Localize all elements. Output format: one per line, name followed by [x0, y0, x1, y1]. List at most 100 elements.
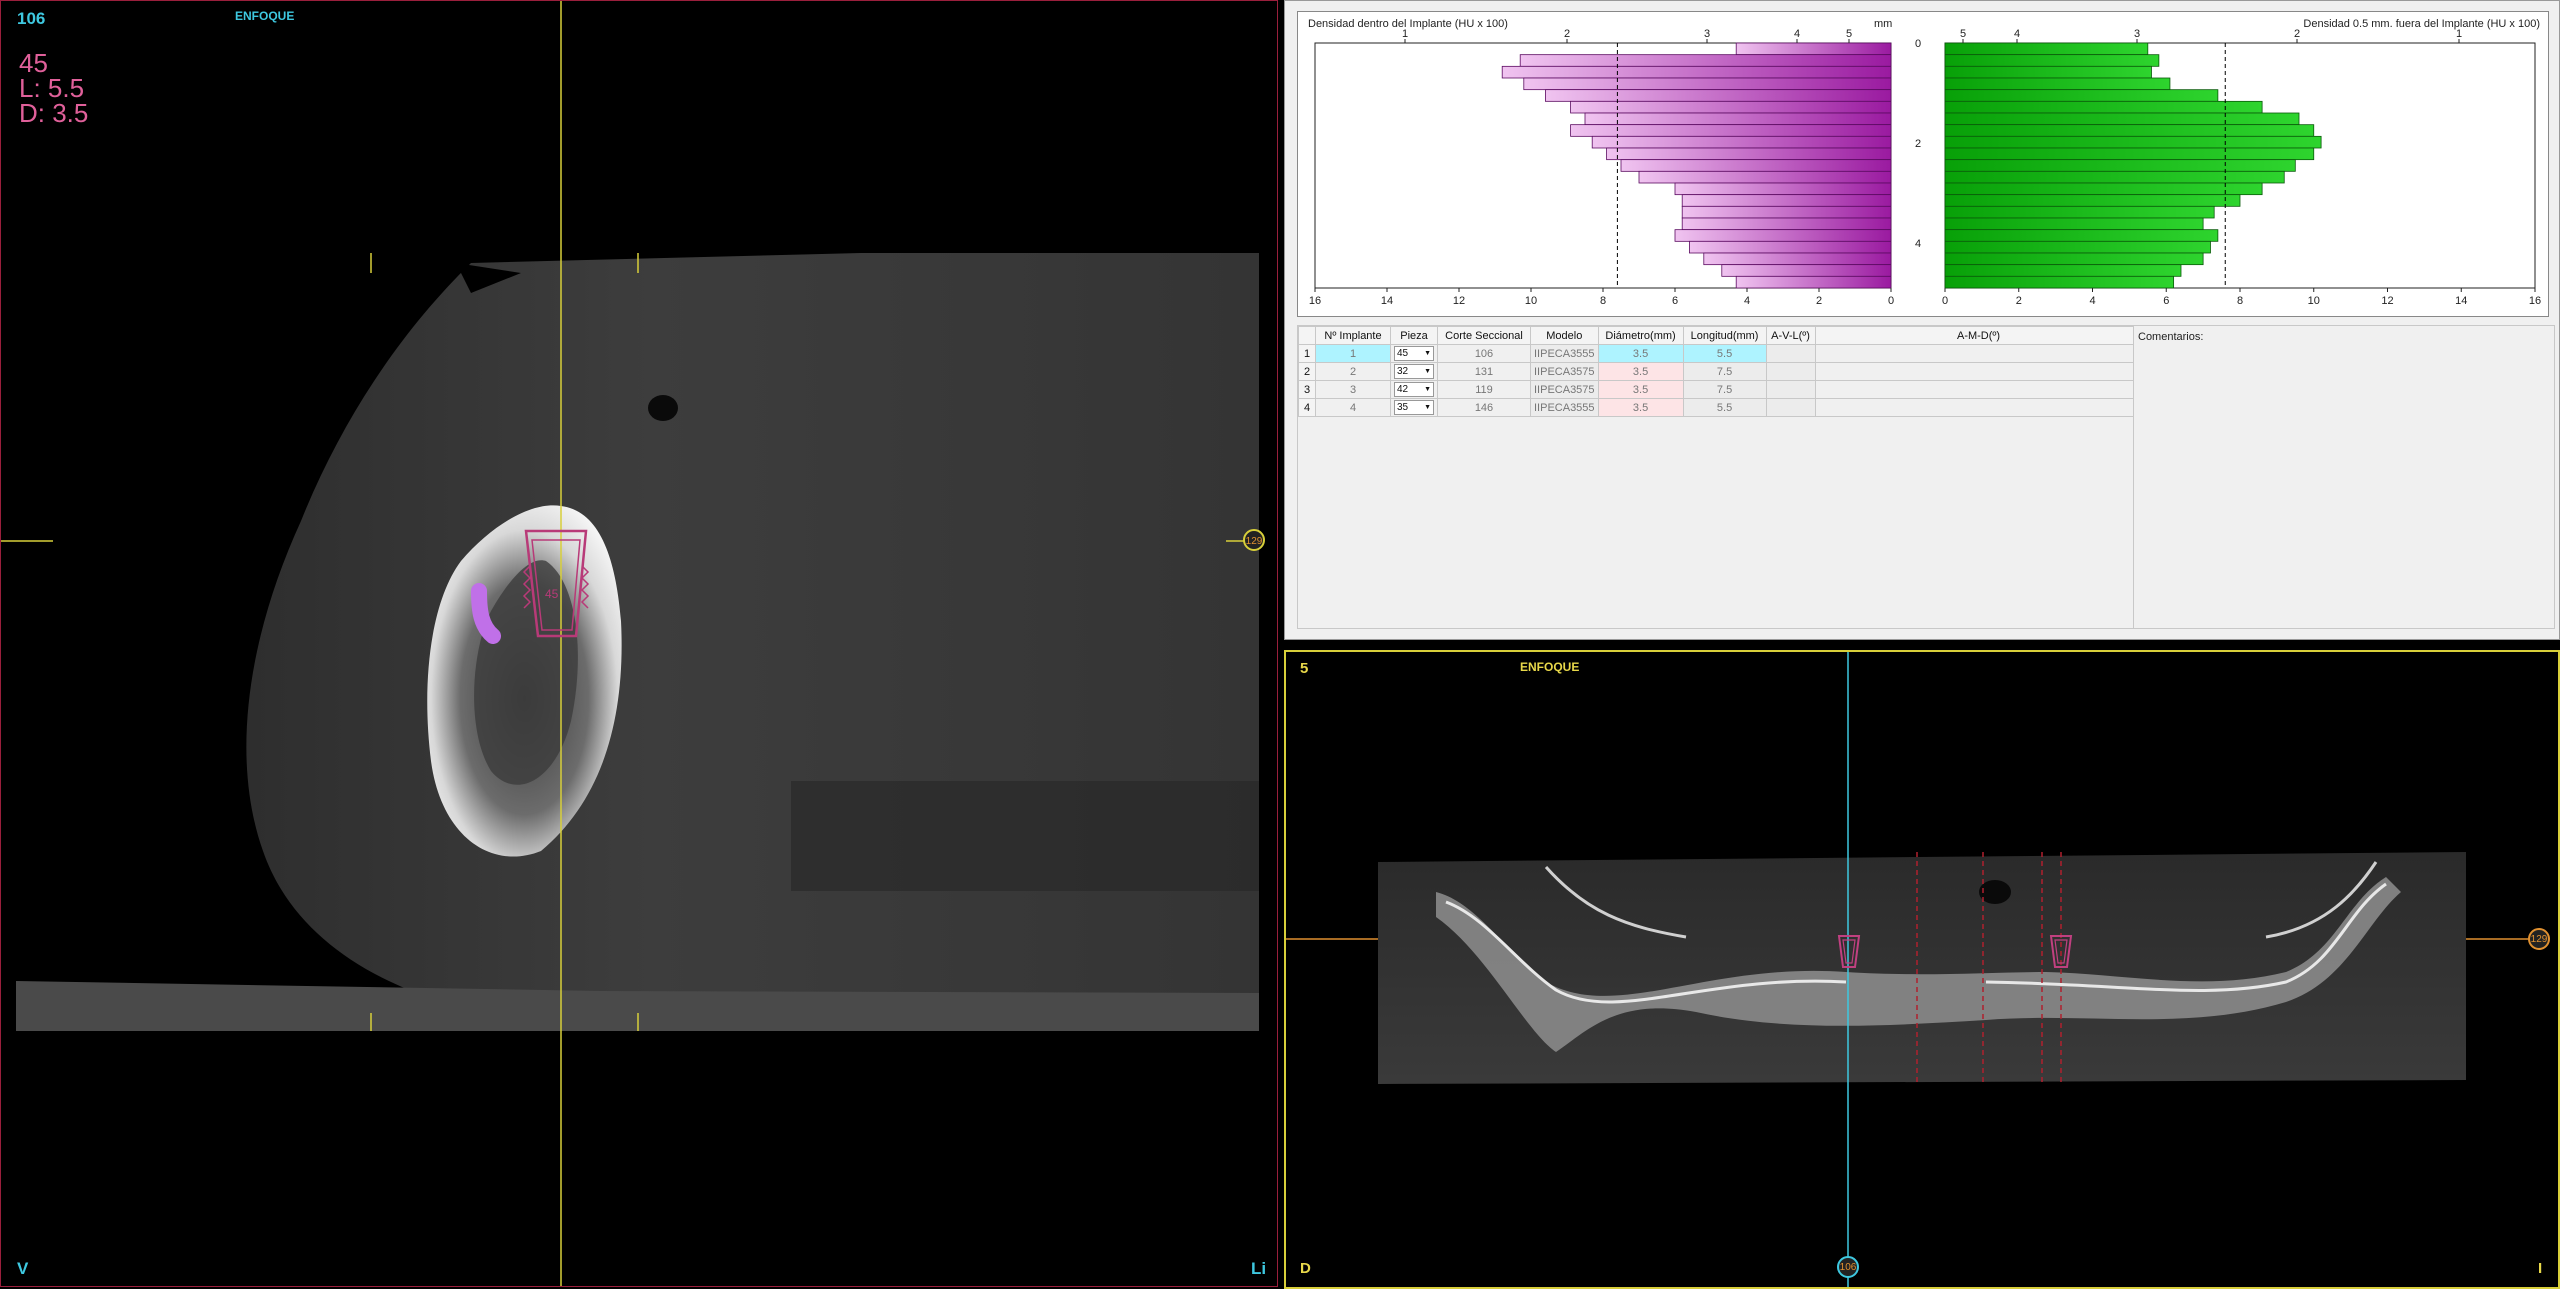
col-header[interactable]: A-M-D(º) — [1814, 326, 2143, 345]
ct-cross-section-image — [1, 1, 1260, 1286]
outside-density-bar — [1944, 170, 2285, 184]
col-header[interactable]: Longitud(mm) — [1682, 326, 1767, 345]
diametro-cell[interactable]: 3.5 — [1597, 344, 1684, 363]
slice-badge[interactable]: 106 — [1837, 1256, 1859, 1278]
row-number[interactable]: 4 — [1298, 398, 1316, 417]
table-row[interactable]: 2 2 32 ▼ 131 IIPECA3575 3.5 7.5 — [1298, 362, 2143, 381]
modelo-cell[interactable]: IIPECA3575 — [1530, 380, 1599, 399]
left-top-tick: 5 — [1846, 28, 1852, 40]
mm-tick: 0 — [1915, 38, 1921, 50]
amd-cell[interactable] — [1814, 380, 2143, 399]
implant-number[interactable]: 1 — [1315, 344, 1391, 363]
slider-badge[interactable]: 129 — [2528, 928, 2550, 950]
outside-density-bar — [1944, 147, 2315, 161]
right-bottom-tick: 4 — [2089, 295, 2095, 307]
right-top-tick: 2 — [2294, 28, 2300, 40]
amd-cell[interactable] — [1814, 344, 2143, 363]
pieza-select[interactable]: 45 ▼ — [1390, 344, 1438, 363]
longitud-cell[interactable]: 7.5 — [1682, 380, 1767, 399]
table-row[interactable]: 1 1 45 ▼ 106 IIPECA3555 3.5 5.5 — [1298, 344, 2143, 363]
avl-cell[interactable] — [1765, 398, 1816, 417]
modelo-cell[interactable]: IIPECA3575 — [1530, 362, 1599, 381]
col-header[interactable]: Nº Implante — [1315, 326, 1391, 345]
implant-glyph[interactable] — [2048, 934, 2074, 970]
col-header[interactable]: Corte Seccional — [1437, 326, 1531, 345]
avl-cell[interactable] — [1765, 362, 1816, 381]
corte-cell[interactable]: 146 — [1437, 398, 1531, 417]
comments-box[interactable]: Comentarios: — [2133, 325, 2555, 629]
pieza-value: 42 — [1397, 384, 1409, 395]
row-number[interactable]: 1 — [1298, 344, 1316, 363]
longitud-cell[interactable]: 7.5 — [1682, 362, 1767, 381]
inside-density-bar — [1523, 77, 1892, 91]
pieza-select[interactable]: 42 ▼ — [1390, 380, 1438, 399]
longitud-cell[interactable]: 5.5 — [1682, 398, 1767, 417]
pieza-dropdown[interactable]: 35 ▼ — [1394, 400, 1434, 415]
right-bottom-tick: 16 — [2529, 295, 2541, 307]
row-number[interactable]: 2 — [1298, 362, 1316, 381]
table-row[interactable]: 4 4 35 ▼ 146 IIPECA3555 3.5 5.5 — [1298, 398, 2143, 417]
outside-density-bar — [1944, 159, 2296, 172]
table-row[interactable]: 3 3 42 ▼ 119 IIPECA3575 3.5 7.5 — [1298, 380, 2143, 399]
outside-density-bar — [1944, 275, 2175, 289]
orientation-right: I — [2538, 1260, 2543, 1277]
right-bottom-tick: 14 — [2455, 295, 2467, 307]
diametro-cell[interactable]: 3.5 — [1597, 380, 1684, 399]
col-header[interactable]: A-V-L(º) — [1765, 326, 1816, 345]
right-bottom-tick: 0 — [1942, 295, 1948, 307]
implant-diameter: D: 3.5 — [19, 98, 89, 128]
modelo-cell[interactable]: IIPECA3555 — [1530, 344, 1599, 363]
modelo-cell[interactable]: IIPECA3555 — [1530, 398, 1599, 417]
left-top-tick: 4 — [1794, 28, 1800, 40]
outside-density-bar — [1944, 217, 2204, 231]
col-header[interactable]: Diámetro(mm) — [1597, 326, 1684, 345]
left-bottom-tick: 6 — [1672, 295, 1678, 307]
chevron-down-icon: ▼ — [1424, 386, 1431, 393]
amd-cell[interactable] — [1814, 362, 2143, 381]
longitud-cell[interactable]: 5.5 — [1682, 344, 1767, 363]
left-bottom-tick: 16 — [1309, 295, 1321, 307]
right-bottom-tick: 2 — [2016, 295, 2022, 307]
left-top-tick: 2 — [1564, 28, 1570, 40]
pieza-select[interactable]: 35 ▼ — [1390, 398, 1438, 417]
inside-density-bar — [1591, 135, 1892, 149]
inside-density-bar — [1681, 205, 1892, 219]
corte-cell[interactable]: 131 — [1437, 362, 1531, 381]
inside-density-bar — [1570, 100, 1892, 114]
col-header[interactable]: Modelo — [1530, 326, 1599, 345]
implant-number[interactable]: 2 — [1315, 362, 1391, 381]
pieza-dropdown[interactable]: 42 ▼ — [1394, 382, 1434, 397]
diametro-cell[interactable]: 3.5 — [1597, 362, 1684, 381]
density-chart: 16 14 12 10 8 6 4 2 0 0 2 4 6 8 10 12 14 161 2 3 4 5 5 4 3 2 1024 — [1309, 28, 2541, 307]
avl-cell[interactable] — [1765, 380, 1816, 399]
implant-number[interactable]: 4 — [1315, 398, 1391, 417]
implant-number[interactable]: 3 — [1315, 380, 1391, 399]
pieza-dropdown[interactable]: 45 ▼ — [1394, 346, 1434, 361]
slider-badge[interactable]: 129 — [1243, 529, 1265, 551]
col-header[interactable]: Pieza — [1390, 326, 1438, 345]
right-bottom-tick: 6 — [2163, 295, 2169, 307]
cross-section-viewport[interactable]: 45 106 ENFOQUE 45 L: 5.5 D: 3.5 V Li 129 — [0, 0, 1278, 1287]
panoramic-viewport[interactable]: 5 ENFOQUE D I 106 129 — [1284, 650, 2560, 1289]
inside-density-bar — [1519, 54, 1892, 67]
implant-glyph[interactable] — [1836, 934, 1862, 970]
pieza-select[interactable]: 32 ▼ — [1390, 362, 1438, 381]
right-bottom-tick: 8 — [2237, 295, 2243, 307]
corte-cell[interactable]: 119 — [1437, 380, 1531, 399]
right-bottom-tick: 10 — [2308, 295, 2320, 307]
corte-cell[interactable]: 106 — [1437, 344, 1531, 363]
avl-cell[interactable] — [1765, 344, 1816, 363]
slice-number: 106 — [17, 9, 46, 28]
chevron-down-icon: ▼ — [1424, 368, 1431, 375]
outside-density-bar — [1944, 182, 2263, 196]
implant-outline[interactable] — [516, 526, 596, 646]
inside-density-bar — [1570, 124, 1892, 137]
diametro-cell[interactable]: 3.5 — [1597, 398, 1684, 417]
amd-cell[interactable] — [1814, 398, 2143, 417]
pieza-dropdown[interactable]: 32 ▼ — [1394, 364, 1434, 379]
outside-density-bar — [1944, 264, 2182, 277]
pieza-value: 45 — [1397, 348, 1409, 359]
row-number[interactable]: 3 — [1298, 380, 1316, 399]
ct-panoramic-image — [1286, 652, 2536, 1287]
left-bottom-tick: 12 — [1453, 295, 1465, 307]
